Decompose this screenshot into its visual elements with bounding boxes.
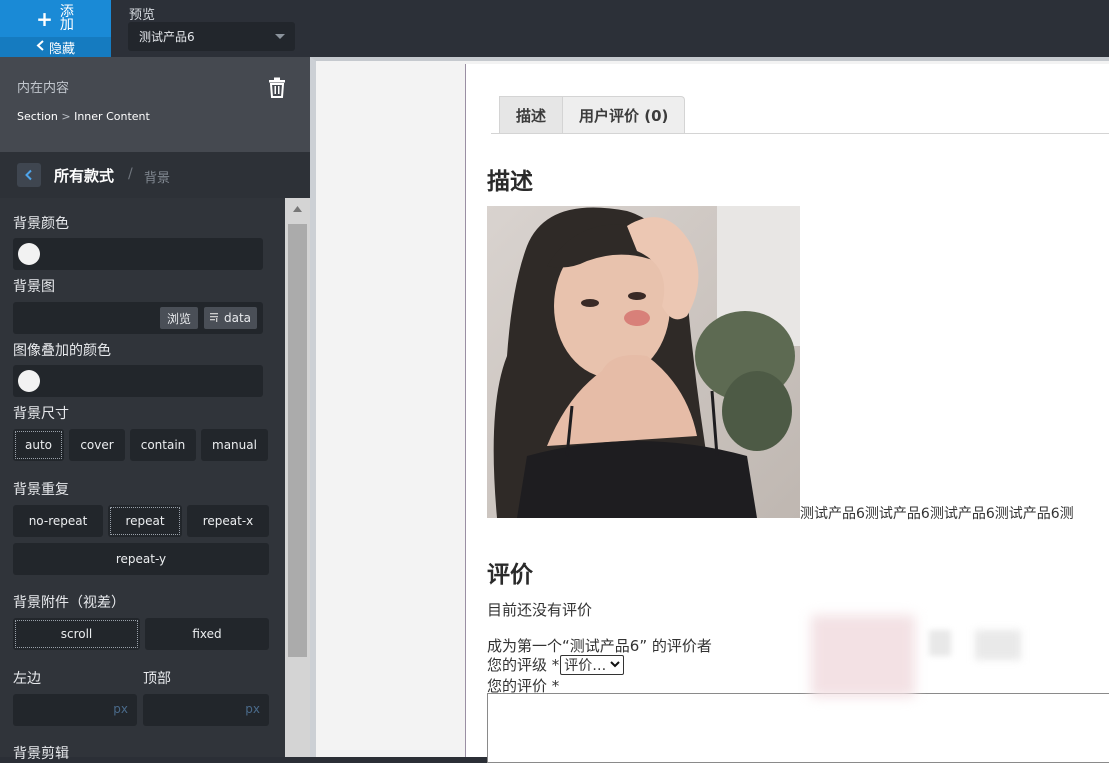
tab-description[interactable]: 描述 [499,96,564,134]
browse-button[interactable]: 浏览 [160,307,198,329]
bg-color-label: 背景颜色 [13,216,69,232]
tab-reviews[interactable]: 用户评价 (0) [563,96,686,134]
sidebar-scrollbar[interactable] [285,198,310,757]
overlay-color-field[interactable] [13,365,263,397]
bg-size-label: 背景尺寸 [13,406,69,422]
top-label: 顶部 [143,671,171,687]
size-option-contain[interactable]: contain [130,429,196,461]
rating-label: 您的评级 * [487,656,560,674]
bg-image-field[interactable]: 浏览 data [13,302,263,334]
top-input[interactable]: px [143,694,269,726]
chevron-down-icon [610,661,620,668]
top-unit: px [245,702,260,716]
plus-icon: + [36,6,53,31]
left-input[interactable]: px [13,694,137,726]
overlay-color-label: 图像叠加的颜色 [13,343,111,359]
breadcrumb-separator: > [57,110,75,123]
product-photo [487,206,800,518]
tab-divider [491,133,1109,134]
description-heading: 描述 [487,169,533,195]
scrollbar-thumb[interactable] [288,224,307,657]
attach-option-scroll[interactable]: scroll [13,618,140,650]
repeat-option-no-repeat[interactable]: no-repeat [13,505,103,537]
product-page: 描述 用户评价 (0) 描述 测试产品6测试产品6测试产品6测试产品6测 评价 … [465,64,1109,763]
breadcrumb: Section > Inner Content [17,110,150,123]
hide-button-label: 隐藏 [48,41,75,57]
panel-header: 内在内容 Section > Inner Content [0,57,310,152]
size-option-auto[interactable]: auto [13,429,64,461]
left-unit: px [113,702,128,716]
bg-repeat-label: 背景重复 [13,482,69,498]
trash-icon[interactable] [266,77,288,99]
nav-separator: / [128,166,133,182]
product-select[interactable]: 测试产品6 [128,22,295,51]
bg-image-label: 背景图 [13,279,55,295]
bg-color-field[interactable] [13,238,263,270]
overlay-color-swatch[interactable] [18,370,40,392]
bg-attachment-label: 背景附件（视差） [13,595,125,611]
panel-title: 内在内容 [17,81,70,96]
blurred-overlay [929,630,951,656]
product-tabs: 描述 用户评价 (0) [499,96,686,134]
no-reviews-text: 目前还没有评价 [487,601,593,619]
bg-clip-label: 背景剪辑 [13,746,69,762]
style-nav: 所有款式 / 背景 [0,152,310,198]
rating-row: 您的评级 * 评价… [487,654,625,675]
size-option-cover[interactable]: cover [69,429,125,461]
chevron-left-icon [25,169,32,181]
hide-button[interactable]: 隐藏 [0,37,111,57]
scroll-up-arrow-icon[interactable] [285,202,310,216]
back-button[interactable] [17,163,41,187]
size-option-manual[interactable]: manual [201,429,268,461]
blurred-overlay [811,615,915,697]
properties-list: 背景颜色 背景图 浏览 data 图像叠加的颜色 背景尺寸 auto cover… [0,198,285,762]
preview-label: 预览 [129,8,156,23]
data-button-label: data [223,311,252,325]
add-button-label: 添加 [59,3,74,33]
chevron-left-icon [36,39,45,55]
product-select-value: 测试产品6 [139,30,195,44]
bg-color-swatch[interactable] [18,243,40,265]
list-icon [209,311,220,325]
product-description-text: 测试产品6测试产品6测试产品6测试产品6测 [800,506,1074,522]
reviews-heading: 评价 [487,562,533,588]
rating-select-value: 评价… [564,657,607,674]
attach-option-fixed[interactable]: fixed [145,618,269,650]
data-button[interactable]: data [204,307,257,329]
blurred-overlay [975,630,1021,660]
repeat-option-repeat-y[interactable]: repeat-y [13,543,269,575]
caret-down-icon [275,34,285,39]
nav-title[interactable]: 所有款式 [54,165,114,186]
add-button[interactable]: + 添加 [0,0,111,37]
rating-select[interactable]: 评价… [560,654,625,675]
top-toolbar: + 添加 隐藏 预览 测试产品6 [0,0,1109,57]
breadcrumb-section[interactable]: Section [17,110,58,123]
breadcrumb-current: Inner Content [74,110,150,123]
nav-subtitle: 背景 [144,171,171,186]
left-label: 左边 [13,671,41,687]
review-textarea[interactable] [487,693,1109,763]
repeat-option-repeat-x[interactable]: repeat-x [187,505,269,537]
repeat-option-repeat[interactable]: repeat [108,505,182,537]
first-review-text: 成为第一个“测试产品6” 的评价者 [487,637,712,655]
